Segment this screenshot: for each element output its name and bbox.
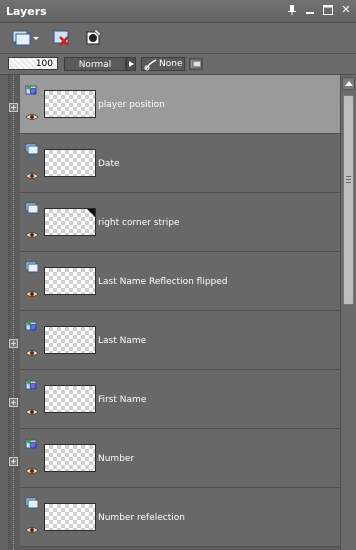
link-label: None — [159, 59, 183, 69]
panel-titlebar: Layers ✕ — [0, 0, 356, 23]
new-layer-icon[interactable] — [10, 27, 40, 49]
window-controls: ✕ — [286, 4, 352, 16]
visibility-eye-icon[interactable] — [25, 231, 39, 239]
layer-thumbnail[interactable] — [44, 149, 96, 177]
visibility-eye-icon[interactable] — [25, 172, 39, 180]
raster-layer-icon — [25, 497, 38, 509]
layer-name[interactable]: Date — [98, 159, 120, 169]
layer-thumbnail[interactable] — [44, 503, 96, 531]
layer-thumbnail[interactable] — [44, 267, 96, 295]
pin-icon[interactable] — [286, 4, 298, 16]
layer-thumbnail[interactable] — [44, 90, 96, 118]
group-layer-icon — [25, 321, 37, 331]
visibility-eye-icon[interactable] — [25, 113, 39, 121]
layer-thumbnail[interactable] — [44, 385, 96, 413]
grip-line — [346, 176, 351, 177]
layer-thumbnail[interactable] — [44, 208, 96, 236]
expand-group-icon[interactable]: + — [9, 457, 18, 466]
maximize-icon[interactable] — [322, 4, 334, 16]
layer-name[interactable]: player position — [98, 100, 165, 110]
scroll-thumb[interactable] — [343, 95, 354, 305]
layer-name[interactable]: Number — [98, 454, 134, 464]
panel-title: Layers — [6, 5, 47, 18]
raster-layer-icon — [25, 143, 38, 155]
visibility-eye-icon[interactable] — [25, 290, 39, 298]
close-icon[interactable]: ✕ — [340, 4, 352, 16]
visibility-eye-icon[interactable] — [25, 408, 39, 416]
delete-layer-icon[interactable] — [52, 27, 72, 49]
group-layer-icon — [25, 439, 37, 449]
brush-icon — [144, 59, 157, 71]
group-layer-icon — [25, 85, 37, 95]
raster-layer-icon — [25, 261, 38, 273]
opacity-field[interactable]: 100 — [8, 57, 58, 70]
layer-thumbnail[interactable] — [44, 326, 96, 354]
mask-icon[interactable] — [84, 27, 104, 49]
expand-group-icon[interactable]: + — [9, 398, 18, 407]
blend-mode-arrow-icon[interactable] — [126, 57, 136, 71]
layer-row[interactable]: right corner stripe — [20, 193, 340, 252]
layer-name[interactable]: Last Name Reflection flipped — [98, 277, 228, 287]
list-gutter — [0, 75, 9, 550]
layer-row[interactable]: First Name — [20, 370, 340, 429]
vertical-scrollbar[interactable] — [340, 75, 356, 550]
scroll-up-icon[interactable] — [342, 77, 355, 90]
layer-row[interactable]: player position — [20, 75, 340, 134]
visibility-eye-icon[interactable] — [25, 349, 39, 357]
layer-row[interactable]: Number refelection — [20, 488, 340, 547]
blend-mode-select[interactable]: Normal — [64, 57, 126, 71]
layer-row[interactable]: Date — [20, 134, 340, 193]
visibility-eye-icon[interactable] — [25, 526, 39, 534]
minimize-icon[interactable] — [304, 4, 316, 16]
layer-row[interactable]: Number — [20, 429, 340, 488]
layer-options-bar: 100 Normal None — [0, 54, 356, 75]
grip-line — [346, 179, 351, 180]
grip-line — [346, 182, 351, 183]
layer-name[interactable]: right corner stripe — [98, 218, 179, 228]
expand-group-icon[interactable]: + — [9, 103, 18, 112]
layer-row[interactable]: Last Name Reflection flipped — [20, 252, 340, 311]
layer-row[interactable]: Last Name — [20, 311, 340, 370]
highlight-icon[interactable] — [189, 57, 205, 71]
tree-line — [13, 75, 15, 550]
layer-name[interactable]: Last Name — [98, 336, 146, 346]
visibility-eye-icon[interactable] — [25, 467, 39, 475]
layer-name[interactable]: Number refelection — [98, 513, 185, 523]
expand-group-icon[interactable]: + — [9, 339, 18, 348]
layer-thumbnail[interactable] — [44, 444, 96, 472]
link-select[interactable]: None — [141, 57, 185, 71]
group-layer-icon — [25, 380, 37, 390]
layer-name[interactable]: First Name — [98, 395, 146, 405]
layers-list[interactable]: player position + Date right corner stripe L… — [0, 75, 340, 550]
layers-toolbar — [0, 23, 356, 54]
raster-layer-icon — [25, 202, 38, 214]
